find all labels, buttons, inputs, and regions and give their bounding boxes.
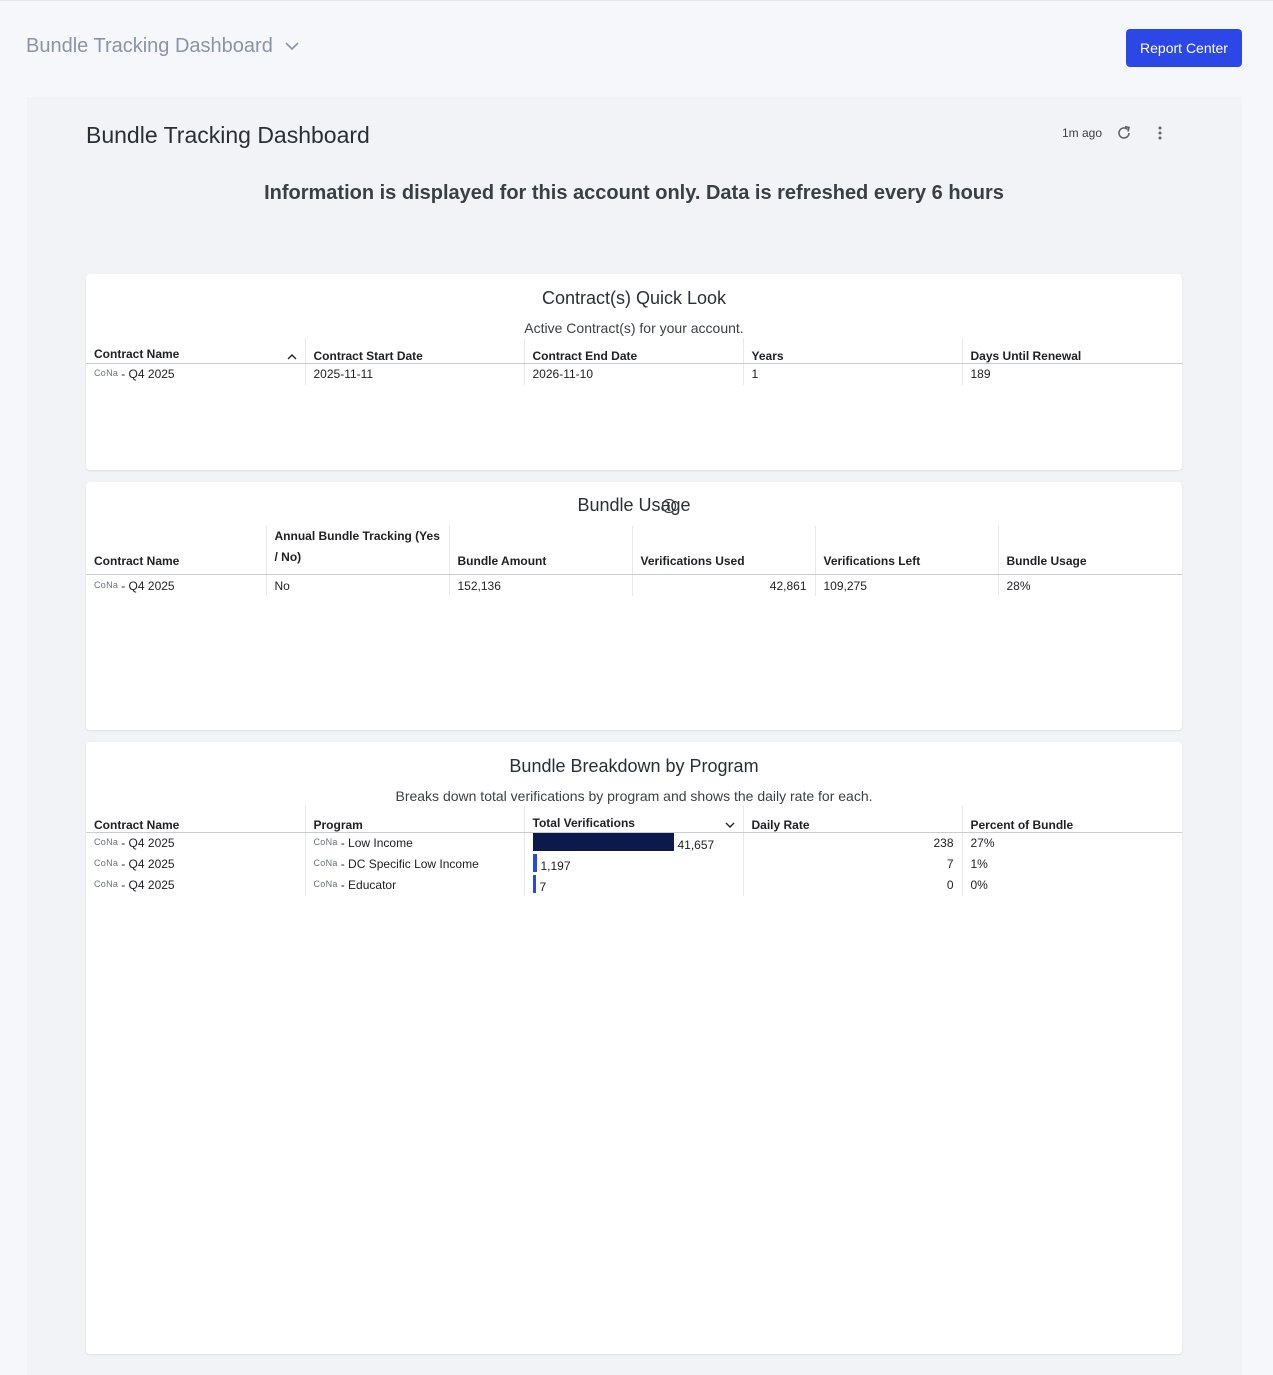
program-cell: CoNa - DC Specific Low Income: [304, 853, 524, 875]
program-cell: CoNa - Low Income: [304, 832, 524, 854]
column-header-percent-of-bundle[interactable]: Percent of Bundle: [961, 806, 1182, 833]
column-header-years[interactable]: Years: [742, 338, 962, 364]
report-title: Bundle Tracking Dashboard: [86, 122, 370, 148]
refresh-icon[interactable]: [1116, 125, 1132, 141]
column-header-contract-name[interactable]: Contract Name: [86, 338, 305, 364]
column-header-contract-name[interactable]: Contract Name: [86, 806, 305, 833]
report-center-button[interactable]: Report Center: [1126, 29, 1242, 67]
table-row: CoNa - Q4 2025 CoNa - Low Income 41,657 23…: [86, 832, 1182, 854]
dashboard-selector[interactable]: Bundle Tracking Dashboard: [26, 35, 299, 58]
column-header-days-until-renewal[interactable]: Days Until Renewal: [961, 338, 1182, 364]
contracts-subtitle: Active Contract(s) for your account.: [524, 320, 744, 336]
last-updated-text: 1m ago: [1062, 126, 1103, 140]
percent-of-bundle-cell: 27%: [961, 832, 1182, 854]
bundle-usage-cell: 28%: [997, 574, 1182, 596]
bundle-usage-title: Bundle Usage: [577, 495, 691, 515]
total-verifications-cell: 1,197: [523, 853, 743, 875]
column-header-start-date[interactable]: Contract Start Date: [304, 338, 524, 364]
more-vert-icon[interactable]: [1158, 126, 1162, 140]
contracts-title: Contract(s) Quick Look: [541, 288, 727, 308]
breakdown-table: Contract Name Program Total Verification…: [86, 806, 1182, 896]
percent-of-bundle-cell: 1%: [961, 853, 1182, 875]
total-verifications-cell: 41,657: [523, 832, 743, 854]
column-header-annual-tracking[interactable]: Annual Bundle Tracking (Yes / No): [265, 526, 449, 575]
verifications-used-cell: 42,861: [631, 574, 815, 596]
info-banner: Information is displayed for this accoun…: [264, 182, 1004, 204]
table-row: CoNa - Q4 2025 CoNa - DC Specific Low Inco…: [86, 853, 1182, 875]
table-row: CoNa - Q4 2025 2025-11-11 2026-11-10 1 18…: [86, 363, 1182, 385]
verifications-left-cell: 109,275: [814, 574, 998, 596]
contract-name-cell: CoNa - Q4 2025: [94, 578, 175, 593]
column-header-verifications-used[interactable]: Verifications Used: [631, 526, 815, 575]
column-header-verifications-left[interactable]: Verifications Left: [814, 526, 998, 575]
contract-name-cell: CoNa - Q4 2025: [94, 878, 175, 892]
column-header-program[interactable]: Program: [304, 806, 524, 833]
percent-of-bundle-cell: 0%: [961, 874, 1182, 896]
verification-bar: [532, 854, 537, 873]
breakdown-card: Bundle Breakdown by Program Breaks down …: [86, 742, 1182, 1354]
column-header-end-date[interactable]: Contract End Date: [523, 338, 743, 364]
breakdown-title: Bundle Breakdown by Program: [509, 756, 759, 776]
contracts-table: Contract Name Contract Start Date Contra…: [86, 338, 1182, 385]
contract-name-cell: CoNa - Q4 2025: [94, 367, 175, 381]
daily-rate-cell: 238: [742, 832, 962, 854]
breakdown-subtitle: Breaks down total verifications by progr…: [395, 788, 873, 804]
annual-tracking-cell: No: [265, 574, 449, 596]
column-header-bundle-usage[interactable]: Bundle Usage: [997, 526, 1182, 575]
info-icon[interactable]: [661, 498, 677, 519]
dashboard-selector-label: Bundle Tracking Dashboard: [26, 35, 273, 57]
contract-name-cell: CoNa - Q4 2025: [94, 857, 175, 871]
column-header-daily-rate[interactable]: Daily Rate: [742, 806, 962, 833]
bundle-amount-cell: 152,136: [448, 574, 632, 596]
daily-rate-cell: 7: [742, 853, 962, 875]
contract-name-cell: CoNa - Q4 2025: [94, 836, 175, 850]
days-until-renewal-cell: 189: [961, 363, 1182, 385]
verification-bar: [532, 875, 536, 894]
daily-rate-cell: 0: [742, 874, 962, 896]
program-cell: CoNa - Educator: [304, 874, 524, 896]
table-row: CoNa - Q4 2025 CoNa - Educator 7 0 0%: [86, 874, 1182, 896]
end-date-cell: 2026-11-10: [523, 363, 743, 385]
column-header-bundle-amount[interactable]: Bundle Amount: [448, 526, 632, 575]
column-header-contract-name[interactable]: Contract Name: [86, 526, 266, 575]
bundle-usage-card: Bundle Usage Contract Name Annual Bundle…: [86, 482, 1182, 730]
column-header-total-verifications[interactable]: Total Verifications: [523, 806, 743, 833]
bundle-usage-table: Contract Name Annual Bundle Tracking (Ye…: [86, 526, 1182, 596]
chevron-up-icon[interactable]: [287, 349, 297, 363]
table-row: CoNa - Q4 2025 No 152,136 42,861 109,275 …: [86, 574, 1182, 596]
verification-bar: [532, 833, 674, 852]
chevron-down-icon[interactable]: [725, 818, 735, 832]
total-verifications-cell: 7: [523, 874, 743, 896]
chevron-down-icon: [285, 42, 299, 51]
report-meta: 1m ago: [1062, 125, 1162, 141]
years-cell: 1: [742, 363, 962, 385]
contracts-card: Contract(s) Quick Look Active Contract(s…: [86, 274, 1182, 470]
start-date-cell: 2025-11-11: [304, 363, 524, 385]
top-bar: Bundle Tracking Dashboard Report Center: [0, 0, 1273, 96]
